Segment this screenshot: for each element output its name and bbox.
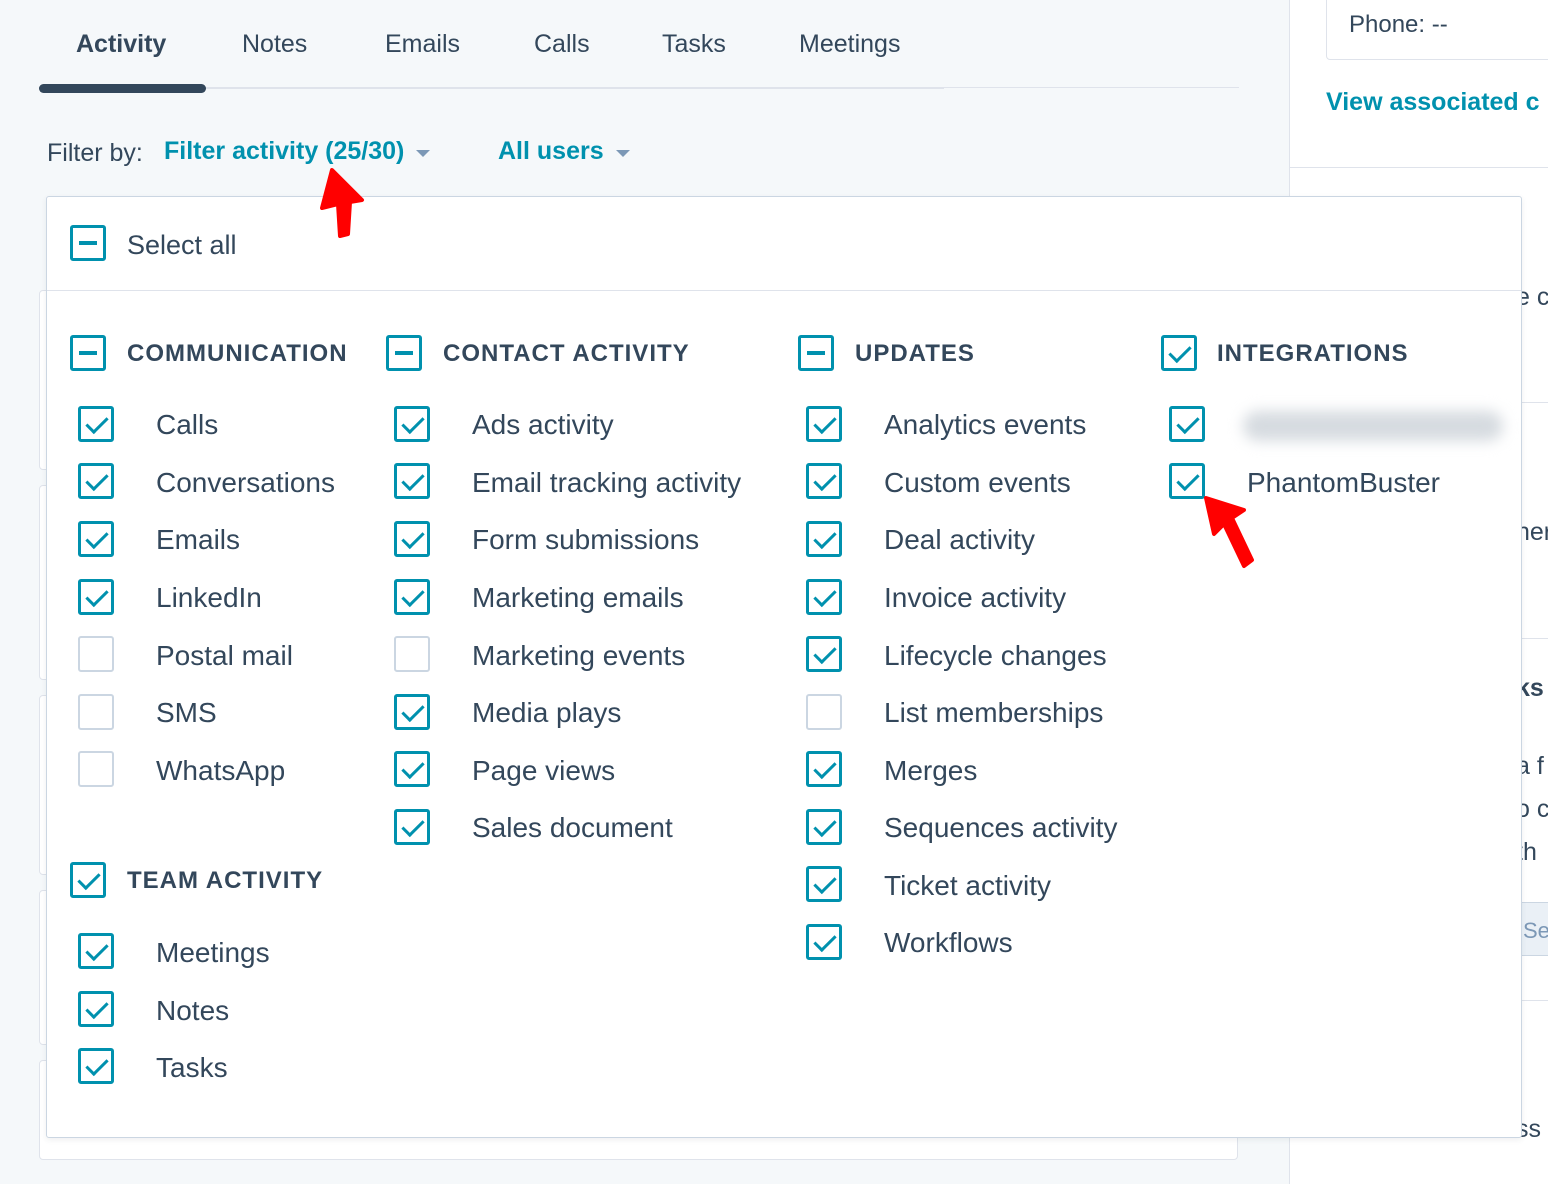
- deal-activity-checkbox[interactable]: [806, 521, 842, 557]
- lifecycle-changes-checkbox[interactable]: [806, 636, 842, 672]
- ads-activity-checkbox[interactable]: [394, 406, 430, 442]
- updates-group-title: UPDATES: [855, 340, 975, 367]
- tasks-checkbox[interactable]: [78, 1048, 114, 1084]
- tab-tasks[interactable]: Tasks: [662, 30, 726, 59]
- notes-label[interactable]: Notes: [156, 995, 229, 1027]
- sales-document-label[interactable]: Sales document: [472, 812, 673, 844]
- sidebar-divider: [1290, 167, 1548, 168]
- filter-activity-dropdown[interactable]: Filter activity (25/30): [164, 137, 431, 166]
- phantombuster-label[interactable]: PhantomBuster: [1247, 467, 1440, 499]
- all-users-label: All users: [498, 137, 604, 165]
- updates-group-checkbox[interactable]: [798, 335, 834, 371]
- linkedin-label[interactable]: LinkedIn: [156, 582, 262, 614]
- whatsapp-checkbox[interactable]: [78, 751, 114, 787]
- tab-meetings[interactable]: Meetings: [799, 30, 900, 59]
- integration-blurred-checkbox[interactable]: [1169, 406, 1205, 442]
- invoice-activity-checkbox[interactable]: [806, 579, 842, 615]
- postal-mail-checkbox[interactable]: [78, 636, 114, 672]
- tasks-label[interactable]: Tasks: [156, 1052, 228, 1084]
- select-all-label[interactable]: Select all: [127, 230, 237, 261]
- invoice-activity-label[interactable]: Invoice activity: [884, 582, 1066, 614]
- postal-mail-label[interactable]: Postal mail: [156, 640, 293, 672]
- tab-activity[interactable]: Activity: [76, 30, 166, 59]
- marketing-emails-checkbox[interactable]: [394, 579, 430, 615]
- meetings-checkbox[interactable]: [78, 933, 114, 969]
- caret-down-icon: [416, 149, 431, 157]
- emails-label[interactable]: Emails: [156, 524, 240, 556]
- communication-group-title: COMMUNICATION: [127, 340, 348, 367]
- custom-events-checkbox[interactable]: [806, 463, 842, 499]
- all-users-dropdown[interactable]: All users: [498, 137, 630, 166]
- email-tracking-activity-checkbox[interactable]: [394, 463, 430, 499]
- merges-checkbox[interactable]: [806, 751, 842, 787]
- tab-notes[interactable]: Notes: [242, 30, 307, 59]
- ads-activity-label[interactable]: Ads activity: [472, 409, 614, 441]
- sequences-activity-checkbox[interactable]: [806, 809, 842, 845]
- team-activity-group-checkbox[interactable]: [70, 862, 106, 898]
- tab-divider: [944, 87, 1239, 88]
- caret-down-icon: [615, 149, 630, 157]
- workflows-label[interactable]: Workflows: [884, 927, 1013, 959]
- select-all-row: Select all: [47, 197, 1521, 291]
- lifecycle-changes-label[interactable]: Lifecycle changes: [884, 640, 1107, 672]
- team-activity-group-title: TEAM ACTIVITY: [127, 867, 324, 894]
- active-tab-indicator: [39, 84, 206, 93]
- filter-activity-panel: Select all COMMUNICATION Calls Conversat…: [46, 196, 1522, 1138]
- list-memberships-label[interactable]: List memberships: [884, 697, 1103, 729]
- calls-label[interactable]: Calls: [156, 409, 218, 441]
- sequences-activity-label[interactable]: Sequences activity: [884, 812, 1117, 844]
- filter-by-label: Filter by:: [47, 139, 143, 167]
- tab-calls[interactable]: Calls: [534, 30, 590, 59]
- custom-events-label[interactable]: Custom events: [884, 467, 1071, 499]
- phone-text: Phone: --: [1349, 11, 1448, 38]
- blurred-integration-label: [1243, 411, 1503, 441]
- merges-label[interactable]: Merges: [884, 755, 977, 787]
- form-submissions-checkbox[interactable]: [394, 521, 430, 557]
- conversations-label[interactable]: Conversations: [156, 467, 335, 499]
- whatsapp-label[interactable]: WhatsApp: [156, 755, 285, 787]
- select-all-checkbox[interactable]: [70, 225, 106, 261]
- calls-checkbox[interactable]: [78, 406, 114, 442]
- conversations-checkbox[interactable]: [78, 463, 114, 499]
- sms-label[interactable]: SMS: [156, 697, 217, 729]
- workflows-checkbox[interactable]: [806, 924, 842, 960]
- deal-activity-label[interactable]: Deal activity: [884, 524, 1035, 556]
- form-submissions-label[interactable]: Form submissions: [472, 524, 699, 556]
- sales-document-checkbox[interactable]: [394, 809, 430, 845]
- contact-activity-group-checkbox[interactable]: [386, 335, 422, 371]
- ticket-activity-checkbox[interactable]: [806, 866, 842, 902]
- phone-field: Phone: --: [1326, 0, 1548, 60]
- media-plays-label[interactable]: Media plays: [472, 697, 621, 729]
- linkedin-checkbox[interactable]: [78, 579, 114, 615]
- annotation-arrow-icon: [1204, 496, 1254, 568]
- page-views-label[interactable]: Page views: [472, 755, 615, 787]
- marketing-emails-label[interactable]: Marketing emails: [472, 582, 684, 614]
- contact-activity-group-title: CONTACT ACTIVITY: [443, 340, 690, 367]
- sms-checkbox[interactable]: [78, 694, 114, 730]
- activity-tabs: Activity Notes Emails Calls Tasks Meetin…: [39, 0, 1239, 93]
- integrations-group-title: INTEGRATIONS: [1217, 340, 1409, 367]
- list-memberships-checkbox[interactable]: [806, 694, 842, 730]
- tab-emails[interactable]: Emails: [385, 30, 460, 59]
- integrations-group-checkbox[interactable]: [1161, 335, 1197, 371]
- annotation-arrow-icon: [320, 168, 364, 238]
- meetings-label[interactable]: Meetings: [156, 937, 270, 969]
- page-views-checkbox[interactable]: [394, 751, 430, 787]
- ticket-activity-label[interactable]: Ticket activity: [884, 870, 1051, 902]
- analytics-events-checkbox[interactable]: [806, 406, 842, 442]
- email-tracking-activity-label[interactable]: Email tracking activity: [472, 467, 741, 499]
- communication-group-checkbox[interactable]: [70, 335, 106, 371]
- view-associated-link[interactable]: View associated c: [1326, 88, 1540, 117]
- marketing-events-label[interactable]: Marketing events: [472, 640, 685, 672]
- notes-checkbox[interactable]: [78, 991, 114, 1027]
- marketing-events-checkbox[interactable]: [394, 636, 430, 672]
- emails-checkbox[interactable]: [78, 521, 114, 557]
- analytics-events-label[interactable]: Analytics events: [884, 409, 1086, 441]
- media-plays-checkbox[interactable]: [394, 694, 430, 730]
